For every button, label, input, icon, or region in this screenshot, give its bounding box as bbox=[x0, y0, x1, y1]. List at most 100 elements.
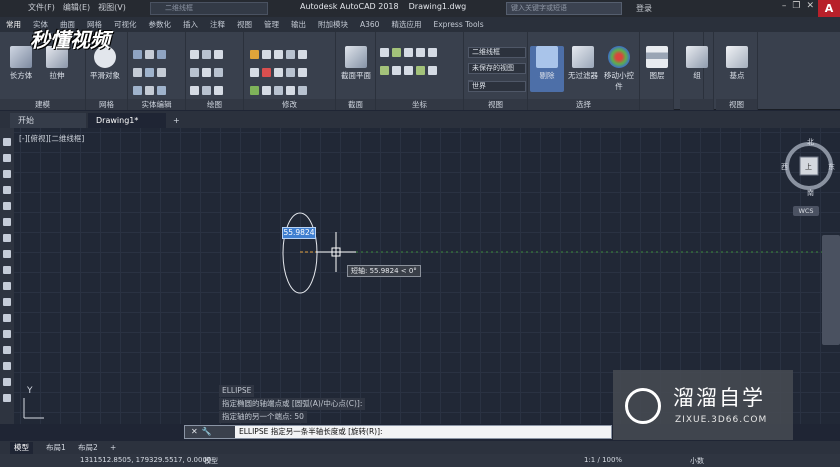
line-icon[interactable] bbox=[190, 50, 199, 59]
tab-express[interactable]: Express Tools bbox=[433, 20, 483, 29]
tab-parametric[interactable]: 参数化 bbox=[149, 19, 172, 30]
tool-region-icon[interactable] bbox=[3, 362, 11, 370]
intersect-icon[interactable] bbox=[157, 50, 166, 59]
tool-circle-icon[interactable] bbox=[3, 234, 11, 242]
visual-style-dropdown[interactable]: 二维线框 bbox=[468, 47, 526, 58]
tab-manage[interactable]: 管理 bbox=[264, 19, 279, 30]
ucs-origin-icon[interactable] bbox=[404, 48, 413, 57]
tool-polyline-icon[interactable] bbox=[3, 170, 11, 178]
viewcube-top-face[interactable]: 上 bbox=[805, 162, 812, 172]
circle-icon[interactable] bbox=[202, 68, 211, 77]
tab-model[interactable]: 模型 bbox=[10, 442, 33, 454]
extract-icon[interactable] bbox=[133, 86, 142, 95]
tool-rectangle-icon[interactable] bbox=[3, 202, 11, 210]
arc-icon[interactable] bbox=[214, 50, 223, 59]
viewcube[interactable]: 北 南 东 西 上 bbox=[781, 136, 839, 198]
compass-south[interactable]: 南 bbox=[807, 188, 814, 198]
search-input[interactable]: 键入关键字或短语 bbox=[506, 2, 622, 15]
tab-addins[interactable]: 附加模块 bbox=[318, 19, 348, 30]
hatch-icon[interactable] bbox=[214, 86, 223, 95]
saved-view-dropdown[interactable]: 未保存的视图 bbox=[468, 63, 526, 74]
rotate-icon[interactable] bbox=[262, 50, 271, 59]
group-label[interactable]: 截面 bbox=[336, 99, 375, 110]
mirror-icon[interactable] bbox=[250, 68, 259, 77]
tab-drawing1[interactable]: Drawing1* bbox=[88, 113, 166, 128]
subtract-icon[interactable] bbox=[145, 50, 154, 59]
imprint-icon[interactable] bbox=[157, 68, 166, 77]
tab-layout1[interactable]: 布局1 bbox=[42, 442, 70, 454]
compass-east[interactable]: 东 bbox=[828, 162, 835, 172]
move-gizmo-button[interactable]: 移动小控件 bbox=[602, 46, 636, 92]
ucs-world-icon[interactable] bbox=[392, 48, 401, 57]
thicken-icon[interactable] bbox=[145, 68, 154, 77]
command-prompt[interactable]: ELLIPSE 指定另一条半轴长度或 [旋转(R)]: bbox=[239, 426, 383, 438]
group-label[interactable]: 网格 bbox=[86, 99, 127, 110]
compass-west[interactable]: 西 bbox=[781, 162, 788, 172]
layers-button[interactable]: 图层 bbox=[640, 46, 674, 81]
section-plane-button[interactable]: 截面平面 bbox=[339, 46, 373, 81]
tool-table-icon[interactable] bbox=[3, 378, 11, 386]
group-label[interactable] bbox=[680, 99, 713, 110]
close-icon[interactable]: ✕ bbox=[806, 1, 814, 11]
ucs-x-icon[interactable] bbox=[380, 66, 389, 75]
join-icon[interactable] bbox=[286, 86, 295, 95]
group-label[interactable]: 建模 bbox=[0, 99, 85, 110]
tool-gradient-icon[interactable] bbox=[3, 346, 11, 354]
tool-point-icon[interactable] bbox=[3, 314, 11, 322]
ellipse-icon[interactable] bbox=[214, 68, 223, 77]
ucs-view-icon[interactable] bbox=[404, 66, 413, 75]
menu-file[interactable]: 文件(F) bbox=[28, 2, 55, 13]
offset-icon[interactable] bbox=[274, 68, 283, 77]
tool-insert-icon[interactable] bbox=[3, 282, 11, 290]
add-layout-button[interactable]: + bbox=[106, 442, 120, 454]
separate-icon[interactable] bbox=[157, 86, 166, 95]
tab-a360[interactable]: A360 bbox=[360, 20, 379, 29]
model-space-toggle[interactable]: 模型 bbox=[204, 456, 218, 466]
group-label[interactable] bbox=[640, 99, 673, 110]
group-label[interactable]: 坐标 bbox=[376, 99, 463, 110]
new-tab-button[interactable]: + bbox=[170, 113, 184, 128]
units-readout[interactable]: 小数 bbox=[690, 456, 704, 466]
copy-icon[interactable] bbox=[298, 50, 307, 59]
erase-icon[interactable] bbox=[262, 68, 271, 77]
cull-button[interactable]: 剔除 bbox=[530, 46, 564, 92]
slice-icon[interactable] bbox=[133, 68, 142, 77]
login-button[interactable]: 登录 bbox=[636, 3, 652, 14]
menu-edit[interactable]: 编辑(E) bbox=[63, 2, 90, 13]
tool-ellipse-icon[interactable] bbox=[3, 266, 11, 274]
explode-icon[interactable] bbox=[286, 68, 295, 77]
menu-view[interactable]: 视图(V) bbox=[98, 2, 126, 13]
ucs-3point-icon[interactable] bbox=[428, 48, 437, 57]
navigation-bar[interactable] bbox=[822, 235, 840, 345]
ucs-y-icon[interactable] bbox=[392, 66, 401, 75]
no-filter-button[interactable]: 无过滤器 bbox=[566, 46, 600, 81]
group-label[interactable]: 视图 bbox=[716, 99, 757, 110]
tab-view[interactable]: 视图 bbox=[237, 19, 252, 30]
ucs-dropdown[interactable]: 世界 bbox=[468, 81, 526, 92]
tab-visualize[interactable]: 可视化 bbox=[114, 19, 137, 30]
tool-polygon-icon[interactable] bbox=[3, 186, 11, 194]
align-icon[interactable] bbox=[274, 86, 283, 95]
ucs-icon[interactable] bbox=[380, 48, 389, 57]
scale-icon[interactable] bbox=[262, 86, 271, 95]
ellipse-shape[interactable] bbox=[282, 212, 318, 294]
rectangle-icon[interactable] bbox=[202, 86, 211, 95]
stretch-icon[interactable] bbox=[250, 86, 259, 95]
group-label[interactable]: 绘图 bbox=[186, 99, 243, 110]
fillet-icon[interactable] bbox=[286, 50, 295, 59]
group-label[interactable]: 修改 bbox=[244, 99, 335, 110]
group-label[interactable]: 视图 bbox=[464, 99, 527, 110]
tool-hatch-icon[interactable] bbox=[3, 330, 11, 338]
dynamic-input[interactable]: 55.9824 bbox=[282, 227, 316, 239]
shell-icon[interactable] bbox=[145, 86, 154, 95]
command-line-controls[interactable]: ✕🔧 bbox=[185, 426, 235, 438]
tab-insert[interactable]: 插入 bbox=[183, 19, 198, 30]
wcs-menu[interactable]: WCS bbox=[793, 206, 819, 216]
tool-text-icon[interactable] bbox=[3, 394, 11, 402]
move-icon[interactable] bbox=[250, 50, 259, 59]
ucs-z-icon[interactable] bbox=[416, 48, 425, 57]
array-icon[interactable] bbox=[298, 68, 307, 77]
tab-start[interactable]: 开始 bbox=[10, 113, 86, 128]
polyline-icon[interactable] bbox=[202, 50, 211, 59]
annotation-scale[interactable]: 1:1 / 100% bbox=[584, 456, 622, 464]
